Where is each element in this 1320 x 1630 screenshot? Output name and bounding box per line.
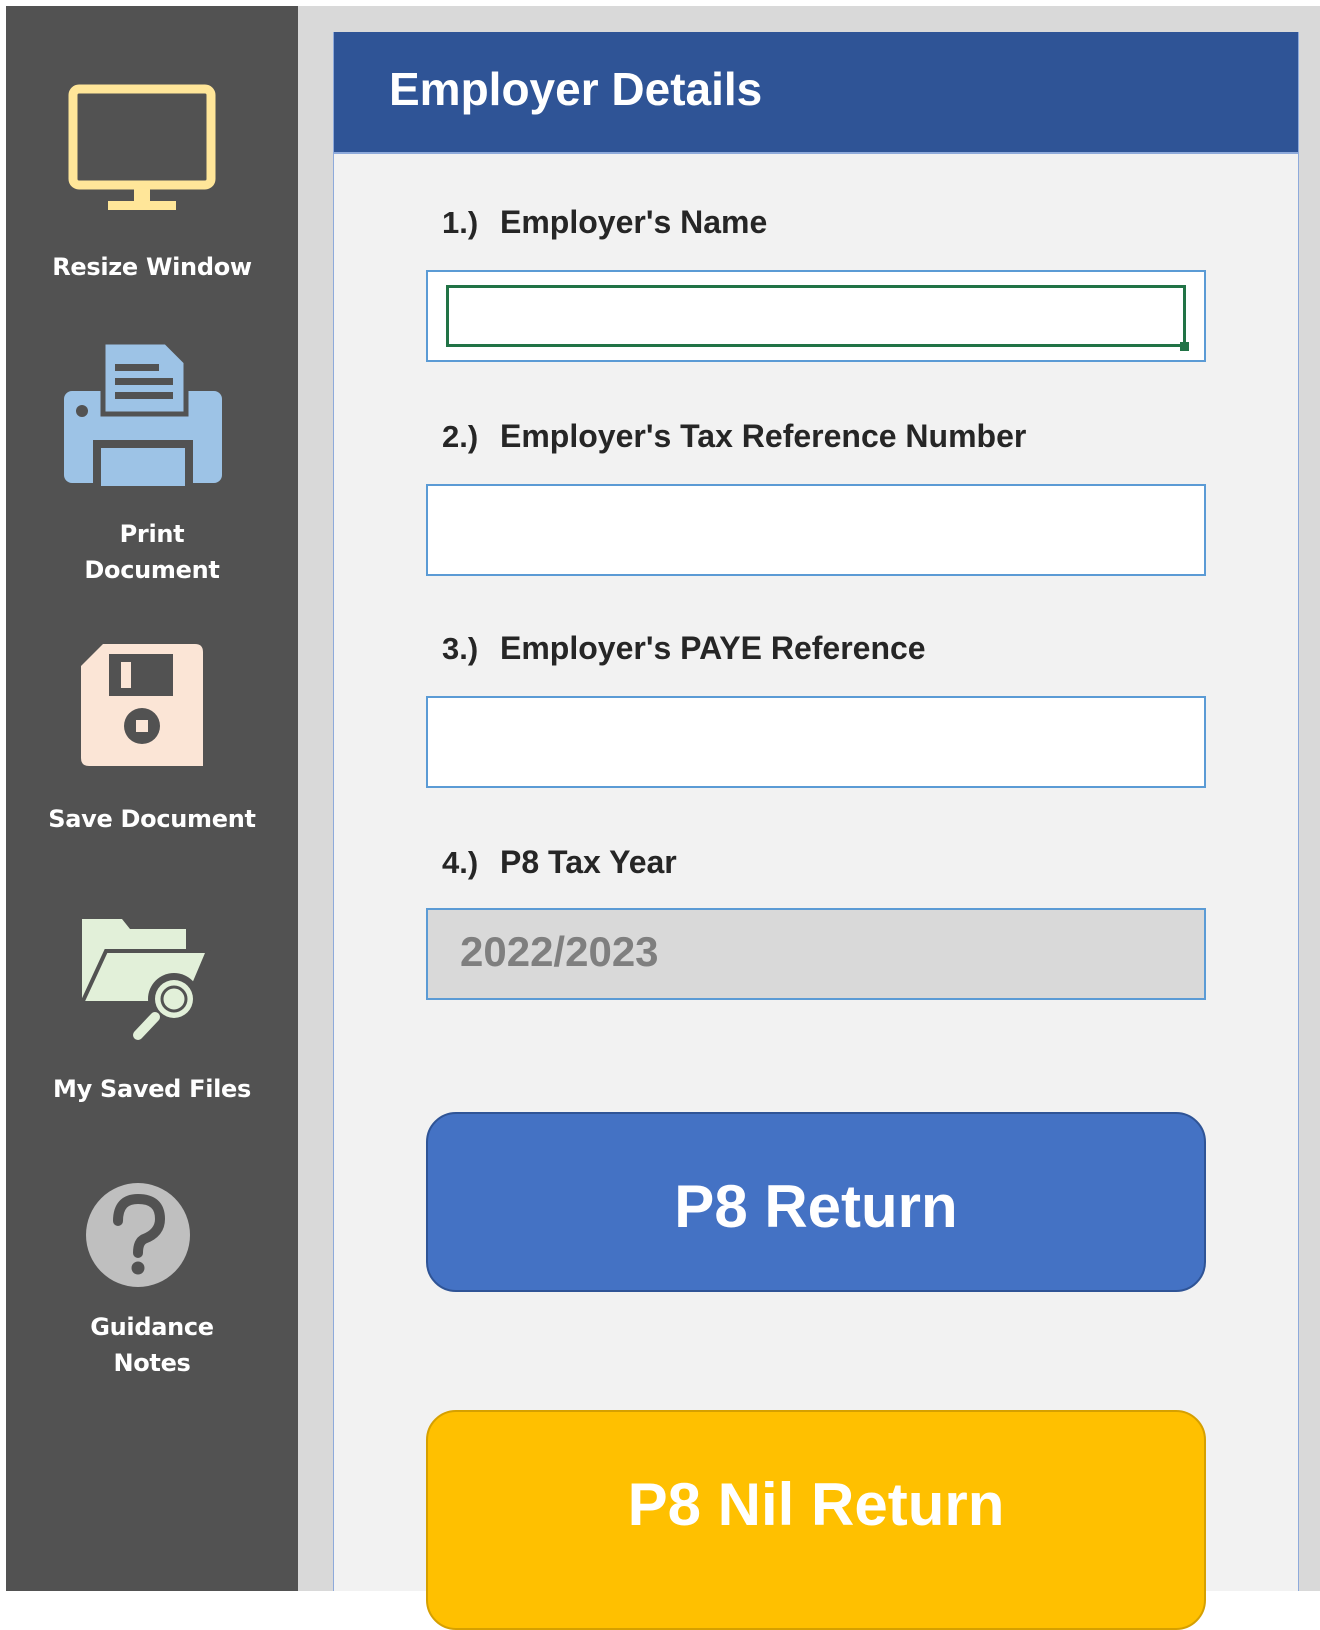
field-label-text: P8 Tax Year [500,844,677,880]
sidebar-item-label: Print Document [84,520,220,584]
p8-return-button[interactable]: P8 Return [426,1112,1206,1292]
guidance-notes-button[interactable]: Guidance Notes [6,1181,298,1421]
p8-return-label: P8 Return [674,1173,958,1240]
active-cell[interactable] [446,285,1186,347]
p8-nil-return-button[interactable]: P8 Nil Return [426,1410,1206,1630]
resize-window-button[interactable]: Resize Window [6,76,298,296]
paye-reference-field[interactable] [426,696,1206,788]
tax-year-label: 4.) P8 Tax Year [442,844,677,881]
sidebar-item-label: Resize Window [52,253,252,281]
field-number: 1.) [442,205,479,240]
tax-year-field: 2022/2023 [426,908,1206,1000]
field-number: 2.) [442,419,479,454]
employer-name-label: 1.) Employer's Name [442,204,767,241]
field-label-text: Employer's PAYE Reference [500,630,926,666]
paye-reference-label: 3.) Employer's PAYE Reference [442,630,926,667]
employer-name-field[interactable] [426,270,1206,362]
save-document-button[interactable]: Save Document [6,641,298,851]
employer-details-panel: Employer Details 1.) Employer's Name 2.) E… [333,32,1299,1630]
my-saved-files-button[interactable]: My Saved Files [6,911,298,1111]
fill-handle[interactable] [1180,342,1189,351]
tax-reference-field[interactable] [426,484,1206,576]
sidebar: Resize Window Print Document Save Documen… [6,6,298,1591]
field-number: 3.) [442,631,479,666]
monitor-icon [68,84,216,210]
sidebar-item-label: My Saved Files [52,1075,252,1103]
tax-reference-label: 2.) Employer's Tax Reference Number [442,418,1026,455]
page-title: Employer Details [389,63,763,115]
field-label-text: Employer's Tax Reference Number [500,418,1027,454]
folder-search-icon [78,919,212,1040]
floppy-disk-icon [81,644,203,766]
field-label-text: Employer's Name [500,204,768,240]
p8-nil-return-label: P8 Nil Return [627,1471,1005,1538]
sidebar-item-label: Guidance Notes [90,1313,214,1377]
sidebar-item-label: Save Document [48,805,256,833]
printer-icon [64,339,222,486]
help-question-icon [86,1183,190,1287]
field-number: 4.) [442,845,479,880]
tax-year-value: 2022/2023 [460,928,659,975]
print-document-button[interactable]: Print Document [6,336,298,596]
panel-header: Employer Details [334,32,1298,154]
